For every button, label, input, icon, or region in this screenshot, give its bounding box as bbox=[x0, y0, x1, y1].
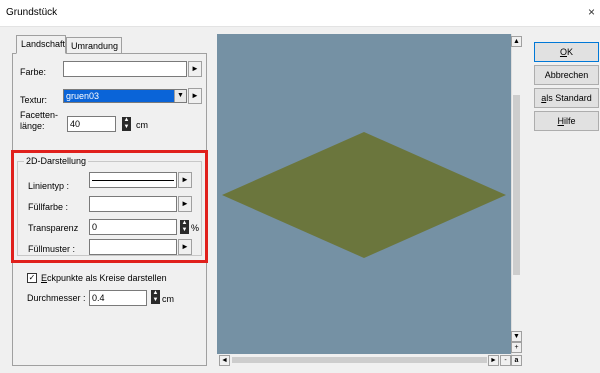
hilfe-button[interactable]: Hilfe bbox=[534, 111, 599, 131]
eckpunkte-label: Eckpunkte als Kreise darstellen bbox=[41, 273, 167, 283]
durchmesser-unit: cm bbox=[162, 294, 174, 304]
als-standard-button[interactable]: als Standard bbox=[534, 88, 599, 108]
scroll-up-icon[interactable]: ▲ bbox=[511, 36, 522, 47]
facetten-spinner[interactable]: ▲ ▼ bbox=[122, 117, 131, 131]
spin-up-icon[interactable]: ▲ bbox=[151, 290, 160, 297]
facetten-input[interactable]: 40 bbox=[67, 116, 116, 132]
tab-landschaft-label: Landschaft bbox=[21, 39, 66, 49]
scroll-down-icon[interactable]: ▼ bbox=[511, 331, 522, 342]
spin-up-icon[interactable]: ▲ bbox=[122, 117, 131, 124]
preview-canvas bbox=[222, 132, 506, 258]
scroll-left-icon[interactable]: ◄ bbox=[219, 355, 230, 366]
farbe-field[interactable] bbox=[63, 61, 187, 77]
textur-arrow-icon[interactable]: ► bbox=[188, 88, 202, 104]
durchmesser-input[interactable]: 0.4 bbox=[89, 290, 147, 306]
durchmesser-spinner[interactable]: ▲ ▼ bbox=[151, 290, 160, 304]
terrain-plane bbox=[222, 132, 506, 258]
textur-select[interactable]: gruen03 ▼ bbox=[63, 89, 187, 103]
tab-umrandung-label: Umrandung bbox=[71, 41, 119, 51]
zoom-plus-button[interactable]: + bbox=[511, 342, 522, 353]
close-icon[interactable]: × bbox=[588, 5, 595, 19]
chevron-down-icon[interactable]: ▼ bbox=[174, 90, 186, 102]
spin-down-icon[interactable]: ▼ bbox=[122, 124, 131, 131]
title-bar bbox=[0, 0, 600, 26]
durchmesser-label: Durchmesser : bbox=[27, 293, 86, 303]
eckpunkte-checkbox[interactable]: ✓ bbox=[27, 273, 37, 283]
spin-down-icon[interactable]: ▼ bbox=[151, 297, 160, 304]
auto-zoom-button[interactable]: a bbox=[511, 355, 522, 366]
zoom-minus-button[interactable]: - bbox=[500, 355, 511, 366]
preview-viewport[interactable] bbox=[217, 34, 522, 354]
textur-label: Textur: bbox=[20, 95, 48, 105]
tab-umrandung[interactable]: Umrandung bbox=[66, 37, 122, 53]
facetten-label-line1: Facetten- bbox=[20, 110, 59, 120]
window-title: Grundstück bbox=[6, 7, 58, 18]
scroll-right-icon[interactable]: ► bbox=[488, 355, 499, 366]
facetten-label-line2: länge: bbox=[20, 121, 45, 131]
facetten-unit: cm bbox=[136, 120, 148, 130]
highlight-box bbox=[11, 150, 208, 263]
vertical-scroll-thumb[interactable] bbox=[513, 95, 520, 275]
textur-value: gruen03 bbox=[66, 91, 100, 101]
farbe-arrow-icon[interactable]: ► bbox=[188, 61, 202, 77]
horizontal-scroll-thumb[interactable] bbox=[232, 357, 487, 363]
tab-landschaft[interactable]: Landschaft bbox=[16, 35, 66, 54]
abbrechen-button[interactable]: Abbrechen bbox=[534, 65, 599, 85]
ok-button[interactable]: OK bbox=[534, 42, 599, 62]
farbe-label: Farbe: bbox=[20, 67, 47, 77]
